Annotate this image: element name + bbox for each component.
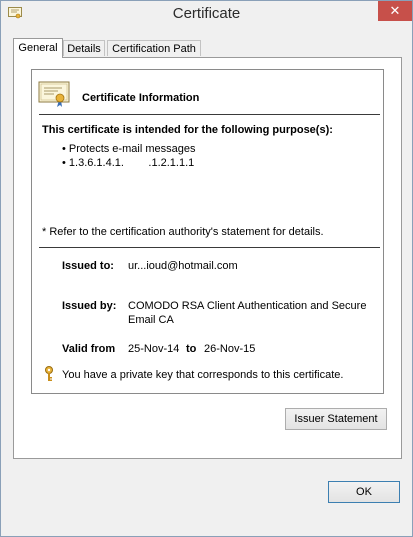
title-bar: Certificate ✕ — [1, 1, 412, 27]
purpose-list: • Protects e-mail messages • 1.3.6.1.4.1… — [62, 142, 195, 170]
close-button[interactable]: ✕ — [378, 1, 412, 21]
tab-certification-path[interactable]: Certification Path — [107, 40, 201, 56]
certificate-info-box: Certificate Information This certificate… — [31, 69, 384, 394]
issued-to-label: Issued to: — [62, 260, 114, 272]
certificate-window: Certificate ✕ General Details Certificat… — [0, 0, 413, 537]
issuer-statement-button[interactable]: Issuer Statement — [285, 408, 387, 430]
valid-to-value: 26-Nov-15 — [204, 343, 256, 355]
footnote-text: * Refer to the certification authority's… — [42, 226, 324, 238]
valid-from-value: 25-Nov-14 — [128, 343, 180, 355]
window-title: Certificate — [172, 5, 241, 22]
valid-to-label: to — [186, 343, 197, 355]
private-key-text: You have a private key that corresponds … — [62, 369, 344, 381]
issued-by-value-line: Email CA — [128, 314, 174, 326]
issued-to-value: ur...ioud@hotmail.com — [128, 260, 238, 272]
key-icon — [45, 366, 53, 381]
close-icon: ✕ — [389, 3, 401, 18]
divider — [39, 247, 380, 248]
tab-general[interactable]: General — [13, 38, 63, 58]
certificate-info-title: Certificate Information — [82, 92, 200, 104]
issued-by-value: COMODO RSA Client Authentication and Sec… — [128, 299, 366, 327]
valid-from-label: Valid from — [62, 343, 116, 355]
dialog-button-bar: OK — [1, 469, 412, 518]
general-tab-panel: Certificate Information This certificate… — [13, 57, 402, 459]
certificate-ribbon-icon — [38, 81, 70, 107]
purpose-item: • Protects e-mail messages — [62, 143, 196, 155]
ok-button[interactable]: OK — [328, 481, 400, 503]
tab-details[interactable]: Details — [63, 40, 105, 56]
issued-by-value-line: COMODO RSA Client Authentication and Sec… — [128, 300, 367, 312]
purpose-heading: This certificate is intended for the fol… — [42, 124, 333, 136]
purpose-item: • 1.3.6.1.4.1. .1.2.1.1.1 — [62, 157, 195, 169]
divider — [39, 114, 380, 115]
issued-by-label: Issued by: — [62, 300, 117, 312]
